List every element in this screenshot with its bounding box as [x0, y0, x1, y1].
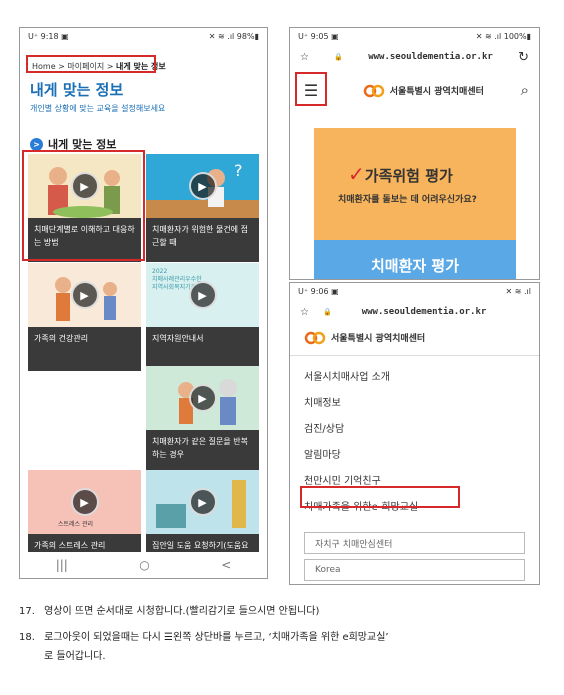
instruction-text: 영상이 뜨면 순서대로 시청합니다.(빨리감기로 들으시면 안됩니다) — [44, 606, 320, 617]
video-caption: 치매환자가 같은 질문을 반복하는 경우 — [146, 430, 259, 474]
video-thumbnail: 2022 치매사례관리우수한 지역사회복지기관 ▶ — [146, 263, 259, 327]
district-center-select[interactable]: 자치구 치매안심센터 — [304, 532, 525, 554]
video-card[interactable]: ▶ 가족의 건강관리 — [28, 263, 141, 371]
url-text[interactable]: www.seouldementia.or.kr — [362, 307, 487, 317]
left-phone-screenshot: U⁺ 9:18 ▣ ✕ ≋ .ıl 98%▮ Home > 마이페이지 > 내게… — [19, 27, 268, 579]
instruction-18-cont: 로 들어갑니다. — [44, 649, 106, 665]
site-logo[interactable]: 서울특별시 광역치매센터 — [363, 82, 484, 98]
thumbnail-text: 스트레스 관리 — [58, 521, 94, 528]
video-card[interactable]: 스트레스 관리 ▶ 가족의 스트레스 관리 — [28, 470, 141, 562]
reload-icon[interactable]: ↻ — [518, 50, 529, 65]
instruction-number: 18. — [19, 632, 35, 643]
star-icon[interactable]: ☆ — [300, 52, 309, 63]
logo-mark-icon — [304, 331, 326, 345]
video-thumbnail: 스트레스 관리 ▶ — [28, 470, 141, 534]
menu-item-dementia-info[interactable]: 치매정보 — [290, 388, 539, 414]
page-title: 내게 맞는 정보 — [30, 81, 124, 99]
video-card[interactable]: ▶ 집안일 도움 요청하기(도움요 — [146, 470, 259, 562]
instruction-text: 로 들어갑니다. — [44, 651, 106, 662]
breadcrumb-highlight — [26, 55, 156, 73]
banner-subtitle: 치매환자를 돌보는 데 어려우신가요? — [338, 195, 477, 205]
top-right-phone-screenshot: U⁺ 9:05 ▣ ✕ ≋ .ıl 100%▮ ☆ 🔒 www.seouldem… — [289, 27, 540, 280]
status-left: U⁺ 9:06 ▣ — [298, 286, 339, 296]
status-right: ✕ ≋ .ıl 100%▮ — [475, 31, 531, 41]
menu-item-screening[interactable]: 검진/상담 — [290, 414, 539, 440]
play-icon[interactable]: ▶ — [188, 281, 217, 309]
android-nav-bar: ||| ○ < — [20, 552, 267, 578]
language-select[interactable]: Korea — [304, 559, 525, 581]
site-name: 서울특별시 광역치매센터 — [389, 86, 484, 97]
video-thumbnail: ? ▶ — [146, 154, 259, 218]
video-thumbnail: ▶ — [146, 470, 259, 534]
svg-text:?: ? — [234, 161, 243, 180]
menu-item-seoul-program[interactable]: 서울시치매사업 소개 — [290, 362, 539, 388]
bottom-right-phone-screenshot: U⁺ 9:06 ▣ ✕ ≋ .ıl ☆ 🔒 www.seouldementia.… — [289, 282, 540, 585]
play-icon[interactable]: ▶ — [70, 488, 99, 516]
check-icon: ✓ — [348, 162, 365, 186]
assessment-banner[interactable]: 치매환자 평가 — [314, 240, 516, 279]
instruction-text: 로그아웃이 되었을때는 다시 ☰왼쪽 상단바를 누르고, ‘치매가족을 위한 e… — [44, 632, 389, 643]
status-left: U⁺ 9:18 ▣ — [28, 31, 69, 41]
instruction-17: 17. 영상이 뜨면 순서대로 시청합니다.(빨리감기로 들으시면 안됩니다) — [19, 604, 319, 620]
star-icon[interactable]: ☆ — [300, 307, 309, 318]
play-icon[interactable]: ▶ — [188, 488, 217, 516]
menu-item-notices[interactable]: 알림마당 — [290, 440, 539, 466]
status-bar: U⁺ 9:18 ▣ ✕ ≋ .ıl 98%▮ — [20, 28, 267, 44]
banner-title: 가족위험 평가 — [364, 167, 453, 185]
play-icon[interactable]: ▶ — [188, 384, 217, 412]
status-bar: U⁺ 9:06 ▣ ✕ ≋ .ıl — [290, 283, 539, 299]
lock-icon: 🔒 — [334, 53, 343, 61]
page-subtitle: 개인별 상황에 맞는 교육을 설정해보세요 — [30, 104, 166, 113]
search-icon[interactable]: ⌕ — [521, 81, 529, 99]
back-icon[interactable]: < — [221, 558, 231, 572]
video-card[interactable]: ▶ 치매환자가 같은 질문을 반복하는 경우 — [146, 366, 259, 474]
site-logo[interactable]: 서울특별시 광역치매센터 — [290, 325, 539, 356]
logo-mark-icon — [363, 84, 384, 98]
instruction-number: 17. — [19, 606, 35, 617]
home-icon[interactable]: ○ — [139, 558, 149, 572]
chevron-right-icon: > — [30, 137, 43, 151]
video-card[interactable]: 2022 치매사례관리우수한 지역사회복지기관 ▶ 지역자원안내서 — [146, 263, 259, 371]
lock-icon: 🔒 — [322, 308, 332, 316]
menu-item-highlight — [300, 486, 460, 508]
play-icon[interactable]: ▶ — [188, 172, 217, 200]
video-thumbnail: ▶ — [146, 366, 259, 430]
site-name: 서울특별시 광역치매센터 — [331, 333, 426, 344]
video-caption: 가족의 건강관리 — [28, 327, 141, 371]
recent-apps-icon[interactable]: ||| — [56, 558, 68, 572]
play-icon[interactable]: ▶ — [70, 281, 99, 309]
status-right: ✕ ≋ .ıl — [505, 286, 531, 296]
status-left: U⁺ 9:05 ▣ — [298, 31, 339, 41]
status-bar: U⁺ 9:05 ▣ ✕ ≋ .ıl 100%▮ — [290, 28, 539, 44]
video-card[interactable]: ? ▶ 치매환자가 위험한 물건에 접근할 때 — [146, 154, 259, 262]
browser-url-bar: ☆ 🔒 www.seouldementia.or.kr — [290, 299, 539, 325]
status-right: ✕ ≋ .ıl 98%▮ — [208, 31, 259, 41]
banner-title-row: ✓가족위험 평가 — [348, 162, 516, 186]
menu-highlight — [295, 72, 327, 106]
url-text[interactable]: www.seouldementia.or.kr — [368, 52, 493, 62]
browser-url-bar: ☆ 🔒 www.seouldementia.or.kr ↻ — [290, 44, 539, 70]
card-highlight — [22, 150, 145, 261]
video-caption: 치매환자가 위험한 물건에 접근할 때 — [146, 218, 259, 262]
video-thumbnail: ▶ — [28, 263, 141, 327]
video-caption: 지역자원안내서 — [146, 327, 259, 371]
instruction-18: 18. 로그아웃이 되었을때는 다시 ☰왼쪽 상단바를 누르고, ‘치매가족을 … — [19, 630, 389, 646]
site-header: ☰ 서울특별시 광역치매센터 ⌕ — [290, 70, 539, 110]
